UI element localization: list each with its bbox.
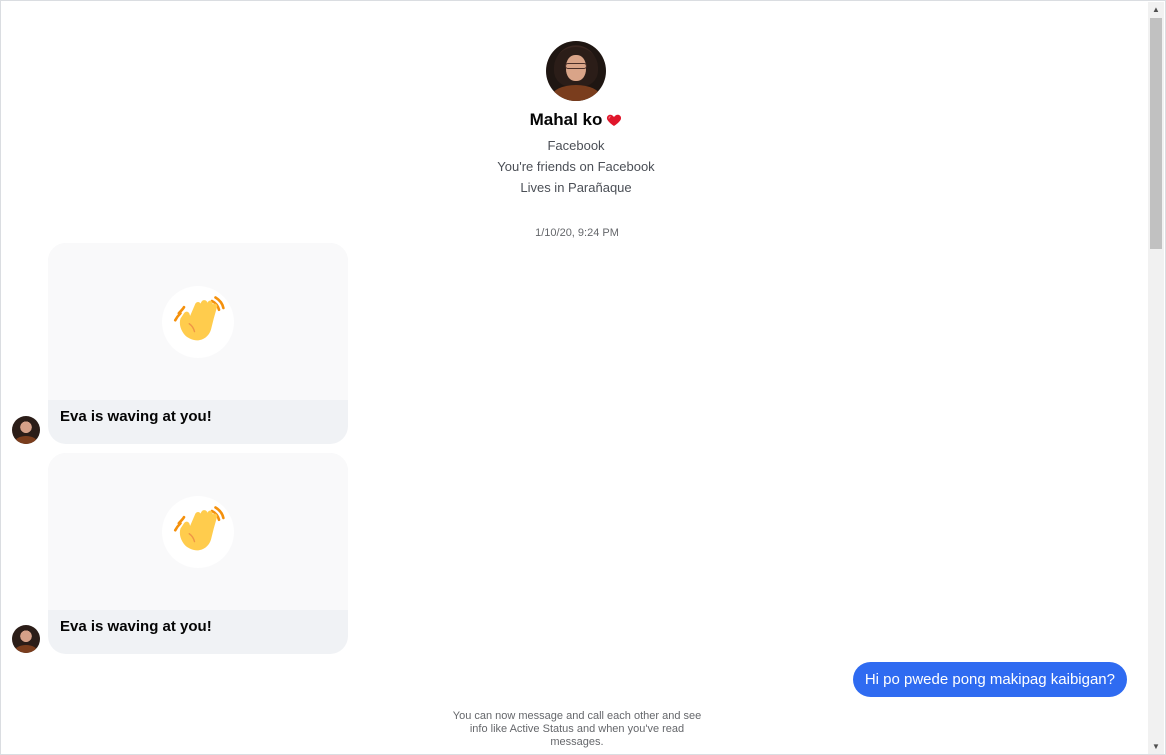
profile-platform: Facebook xyxy=(547,138,605,153)
wave-caption: Eva is waving at you! xyxy=(60,618,212,635)
wave-media xyxy=(48,243,348,400)
connection-info-note: You can now message and call each other … xyxy=(452,710,702,748)
sender-avatar[interactable] xyxy=(12,625,40,653)
waving-hand-icon xyxy=(162,496,234,568)
wave-caption: Eva is waving at you! xyxy=(60,408,212,425)
profile-avatar[interactable] xyxy=(546,41,606,101)
outgoing-message-bubble[interactable]: Hi po pwede pong makipag kaibigan? xyxy=(852,662,1127,697)
profile-name-text: Mahal ko xyxy=(529,110,603,129)
wave-message-card[interactable]: Eva is waving at you! xyxy=(48,243,348,444)
conversation-profile-header: Mahal ko Facebook You're friends on Face… xyxy=(1,41,1151,198)
heart-icon xyxy=(607,114,622,126)
wave-message-card[interactable]: Eva is waving at you! xyxy=(48,453,348,654)
profile-name[interactable]: Mahal ko xyxy=(1,109,1151,131)
vertical-scrollbar[interactable]: ▲ ▼ xyxy=(1148,2,1164,754)
message-timestamp: 1/10/20, 9:24 PM xyxy=(535,227,619,239)
scroll-up-arrow-icon[interactable]: ▲ xyxy=(1148,2,1164,18)
profile-location: Lives in Parañaque xyxy=(520,180,632,195)
scroll-down-arrow-icon[interactable]: ▼ xyxy=(1148,739,1164,754)
profile-friendship-status: You're friends on Facebook xyxy=(497,159,655,174)
waving-hand-icon xyxy=(162,286,234,358)
wave-media xyxy=(48,453,348,610)
sender-avatar[interactable] xyxy=(12,416,40,444)
scrollbar-thumb[interactable] xyxy=(1150,18,1162,249)
chat-window: Mahal ko Facebook You're friends on Face… xyxy=(0,0,1166,755)
